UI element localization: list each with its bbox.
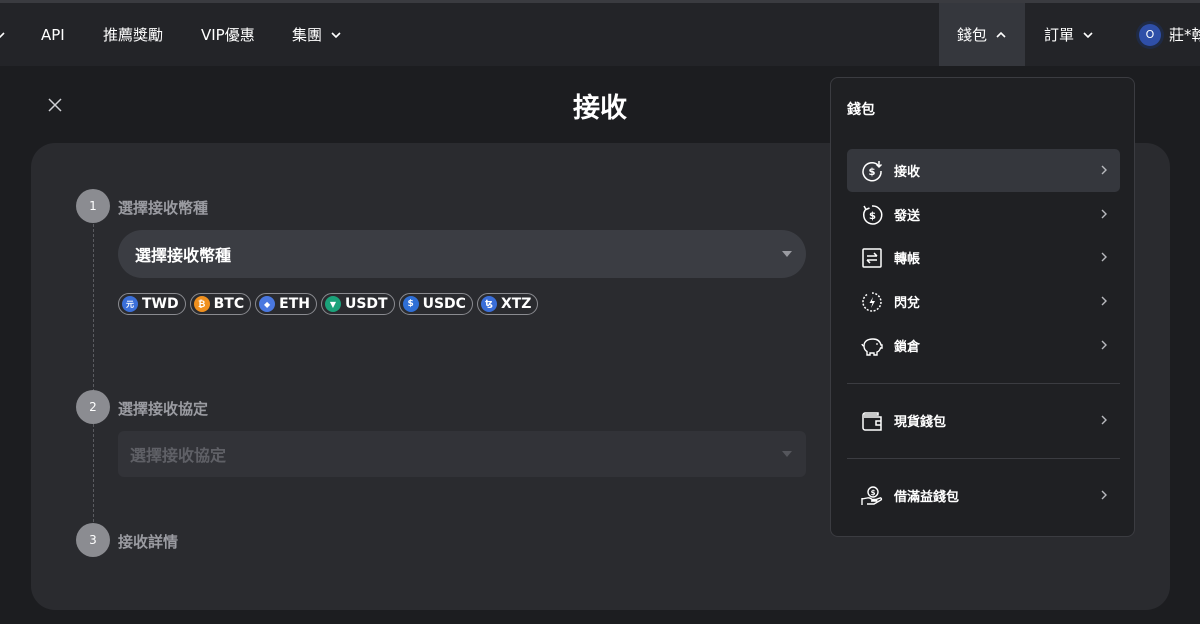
protocol-select-value: 選擇接收協定 <box>130 446 227 465</box>
chevron-right-icon <box>1101 340 1107 350</box>
step-2-label: 選擇接收協定 <box>118 400 209 418</box>
page-title: 接收 <box>573 93 627 124</box>
piggy-bank-icon <box>861 338 883 356</box>
coin-chip-btc[interactable]: ₿ BTC <box>189 293 252 315</box>
chevron-right-icon <box>1101 490 1107 500</box>
svg-text:$: $ <box>869 211 876 222</box>
btc-icon: ₿ <box>193 296 210 312</box>
menu-item-transfer[interactable]: 轉帳 <box>847 236 1120 279</box>
coin-chip-eth[interactable]: ◆ ETH <box>255 293 317 315</box>
coin-chip-label: TWD <box>142 296 179 312</box>
menu-divider <box>847 383 1120 384</box>
nav-item-api[interactable]: API <box>41 3 65 66</box>
menu-item-label: 借滿益錢包 <box>894 490 960 505</box>
caret-down-icon <box>782 451 792 457</box>
coin-chip-usdt[interactable]: ▼ USDT <box>320 293 395 315</box>
nav-item-wallet[interactable]: 錢包 <box>939 3 1025 66</box>
send-icon: $ <box>863 205 883 225</box>
coin-chip-label: BTC <box>213 296 245 312</box>
caret-down-icon <box>782 251 792 257</box>
wallet-dropdown-menu: 錢包 $ 接收 $ 發送 轉帳 閃兌 鎖倉 現貨錢包 $ 借滿益錢包 <box>830 77 1135 537</box>
chevron-right-icon <box>1101 252 1107 262</box>
coin-chip-label: XTZ <box>500 296 532 312</box>
coin-shortcuts: 元 TWD ₿ BTC ◆ ETH ▼ USDT $ USDC ꜩ XTZ <box>118 293 539 315</box>
menu-item-send[interactable]: $ 發送 <box>847 193 1120 236</box>
step-connector-line <box>93 224 94 522</box>
coin-chip-twd[interactable]: 元 TWD <box>118 293 186 315</box>
step-1-badge: 1 <box>76 189 110 223</box>
lending-wallet-icon: $ <box>861 486 883 505</box>
step-3-label: 接收詳情 <box>118 533 179 551</box>
menu-item-label: 鎖倉 <box>894 340 921 355</box>
menu-item-label: 現貨錢包 <box>894 415 947 430</box>
menu-item-receive[interactable]: $ 接收 <box>847 149 1120 192</box>
close-button[interactable] <box>45 95 65 115</box>
wallet-icon <box>862 412 882 431</box>
menu-item-lending-wallet[interactable]: $ 借滿益錢包 <box>847 474 1120 517</box>
step-3-badge: 3 <box>76 523 110 557</box>
coin-chip-usdc[interactable]: $ USDC <box>398 293 473 315</box>
coin-chip-xtz[interactable]: ꜩ XTZ <box>476 293 539 315</box>
xtz-icon: ꜩ <box>480 296 497 312</box>
chevron-right-icon <box>1101 165 1107 175</box>
flash-swap-icon <box>862 292 882 312</box>
menu-item-label: 轉帳 <box>894 252 921 267</box>
nav-overflow-chevron[interactable] <box>0 3 6 66</box>
nav-user-menu[interactable]: O 莊*翰 <box>1139 3 1200 66</box>
usdt-icon: ▼ <box>324 296 341 312</box>
menu-item-label: 閃兌 <box>894 296 921 311</box>
user-name: 莊*翰 <box>1169 26 1200 44</box>
protocol-select: 選擇接收協定 <box>118 431 806 477</box>
close-icon <box>48 98 62 112</box>
nav-item-wallet-label: 錢包 <box>956 26 987 44</box>
step-2-badge: 2 <box>76 390 110 424</box>
nav-item-vip[interactable]: VIP優惠 <box>201 3 255 66</box>
avatar: O <box>1139 23 1161 46</box>
menu-item-label: 發送 <box>894 209 921 224</box>
menu-divider <box>847 458 1120 459</box>
nav-item-group-label: 集團 <box>292 26 323 44</box>
nav-item-orders[interactable]: 訂單 <box>1044 3 1094 66</box>
usdc-icon: $ <box>402 296 419 312</box>
nav-item-group[interactable]: 集團 <box>292 3 342 66</box>
coin-select-value: 選擇接收幣種 <box>135 246 232 265</box>
chevron-down-icon <box>331 31 341 38</box>
chevron-down-icon <box>1083 31 1093 38</box>
receive-icon: $ <box>862 161 883 182</box>
chevron-up-icon <box>996 31 1006 38</box>
chevron-right-icon <box>1101 209 1107 219</box>
menu-item-label: 接收 <box>894 165 921 180</box>
chevron-down-icon <box>0 31 5 38</box>
eth-icon: ◆ <box>259 296 276 312</box>
svg-text:$: $ <box>871 489 876 497</box>
step-1-label: 選擇接收幣種 <box>118 199 209 217</box>
nav-item-referral[interactable]: 推薦獎勵 <box>103 3 163 66</box>
transfer-icon <box>862 248 882 268</box>
coin-select[interactable]: 選擇接收幣種 <box>118 230 806 278</box>
menu-item-lock[interactable]: 鎖倉 <box>847 324 1120 367</box>
coin-chip-label: ETH <box>279 296 310 312</box>
menu-item-flash-swap[interactable]: 閃兌 <box>847 280 1120 323</box>
nav-item-orders-label: 訂單 <box>1044 26 1075 44</box>
dropdown-header: 錢包 <box>847 102 875 118</box>
top-navigation: API 推薦獎勵 VIP優惠 集團 錢包 訂單 O 莊*翰 <box>0 0 1200 66</box>
svg-text:$: $ <box>869 167 876 178</box>
chevron-right-icon <box>1101 415 1107 425</box>
coin-chip-label: USDT <box>344 296 388 312</box>
coin-chip-label: USDC <box>422 296 466 312</box>
chevron-right-icon <box>1101 296 1107 306</box>
twd-icon: 元 <box>122 296 138 312</box>
menu-item-spot-wallet[interactable]: 現貨錢包 <box>847 399 1120 442</box>
